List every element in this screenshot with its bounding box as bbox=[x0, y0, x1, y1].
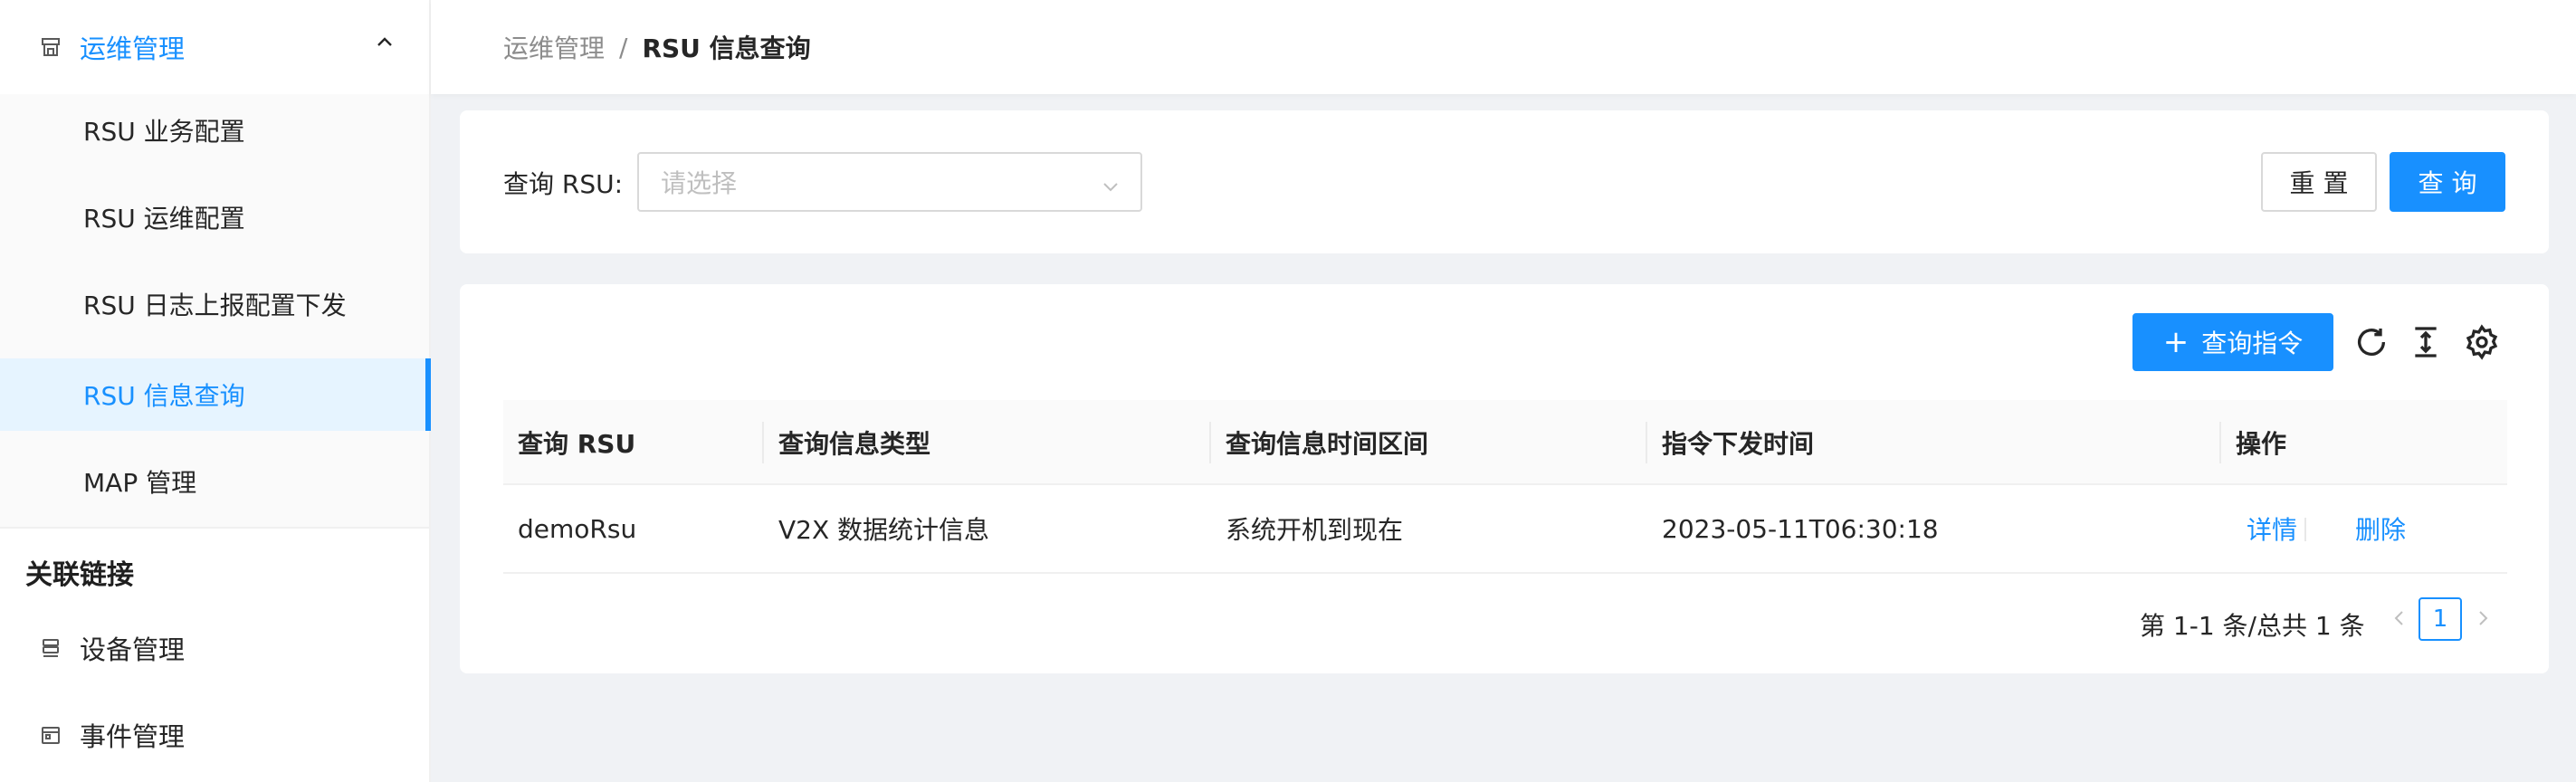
chevron-down-icon bbox=[1101, 174, 1121, 204]
submenu-label: RSU 业务配置 bbox=[83, 117, 245, 147]
menu-ops-management[interactable]: 运维管理 bbox=[0, 0, 429, 94]
setting-icon[interactable] bbox=[2464, 324, 2500, 360]
pagination-next-icon[interactable] bbox=[2473, 608, 2493, 632]
column-divider bbox=[1209, 422, 1211, 463]
label-colon: : bbox=[614, 169, 624, 199]
breadcrumb: 运维管理 / RSU 信息查询 bbox=[503, 29, 811, 65]
breadcrumb-current: RSU 信息查询 bbox=[642, 33, 811, 63]
sidebar-item-event-management[interactable]: 事件管理 bbox=[0, 691, 429, 778]
cell-issue-time: 2023-05-11T06:30:18 bbox=[1662, 513, 1939, 544]
page-header: 运维管理 / RSU 信息查询 bbox=[431, 0, 2576, 94]
submenu-rsu-info-query[interactable]: RSU 信息查询 bbox=[0, 358, 431, 431]
query-rsu-label: 查询 RSU: bbox=[503, 165, 623, 201]
column-divider bbox=[762, 422, 764, 463]
breadcrumb-separator: / bbox=[619, 32, 628, 62]
column-header-actions: 操作 bbox=[2236, 429, 2287, 459]
database-icon bbox=[40, 637, 62, 659]
sidebar-item-label: 事件管理 bbox=[80, 721, 186, 752]
column-divider bbox=[1646, 422, 1647, 463]
cell-rsu: demoRsu bbox=[518, 513, 637, 544]
rsu-select[interactable]: 请选择 bbox=[637, 152, 1142, 212]
reload-icon[interactable] bbox=[2353, 324, 2390, 360]
submenu-label: RSU 日志上报配置下发 bbox=[83, 291, 347, 320]
add-query-command-button[interactable]: + 查询指令 bbox=[2132, 313, 2333, 371]
table-row: demoRsu V2X 数据统计信息 系统开机到现在 2023-05-11T06… bbox=[503, 485, 2507, 574]
action-divider bbox=[2304, 518, 2306, 541]
breadcrumb-parent[interactable]: 运维管理 bbox=[503, 29, 605, 65]
plus-icon: + bbox=[2162, 324, 2190, 360]
shop-icon bbox=[40, 36, 62, 58]
submenu-label: RSU 信息查询 bbox=[83, 381, 245, 411]
column-header-info-type: 查询信息类型 bbox=[778, 429, 931, 459]
submenu-label: MAP 管理 bbox=[83, 468, 197, 498]
rsu-select-placeholder: 请选择 bbox=[661, 168, 738, 198]
reset-button[interactable]: 重 置 bbox=[2261, 152, 2377, 212]
column-height-icon[interactable] bbox=[2408, 324, 2444, 360]
query-button[interactable]: 查 询 bbox=[2390, 152, 2505, 212]
delete-link[interactable]: 删除 bbox=[2355, 485, 2406, 572]
submenu-map-management[interactable]: MAP 管理 bbox=[0, 445, 429, 518]
calendar-icon bbox=[40, 724, 62, 746]
pagination-total: 第 1-1 条/总共 1 条 bbox=[2140, 611, 2365, 641]
submenu-rsu-ops-config[interactable]: RSU 运维配置 bbox=[0, 181, 429, 253]
table-header: 查询 RSU 查询信息类型 查询信息时间区间 指令下发时间 操作 bbox=[503, 400, 2507, 485]
sidebar-item-label: 设备管理 bbox=[80, 634, 186, 665]
submenu-rsu-business-config[interactable]: RSU 业务配置 bbox=[0, 94, 429, 167]
column-divider bbox=[2219, 422, 2221, 463]
detail-link[interactable]: 详情 bbox=[2247, 485, 2297, 572]
sidebar: 运维管理 RSU 业务配置 RSU 运维配置 RSU 日志上报配置下发 RSU … bbox=[0, 0, 431, 782]
related-links-title: 关联链接 bbox=[25, 559, 134, 591]
sidebar-item-device-management[interactable]: 设备管理 bbox=[0, 605, 429, 691]
ops-submenu: RSU 业务配置 RSU 运维配置 RSU 日志上报配置下发 RSU 信息查询 … bbox=[0, 94, 431, 529]
cell-time-range: 系统开机到现在 bbox=[1226, 515, 1404, 545]
submenu-rsu-log-report-config[interactable]: RSU 日志上报配置下发 bbox=[0, 268, 429, 340]
column-header-rsu: 查询 RSU bbox=[518, 429, 636, 459]
column-header-issue-time: 指令下发时间 bbox=[1662, 429, 1815, 459]
search-form: 查询 RSU: 请选择 重 置 查 询 bbox=[460, 110, 2549, 253]
submenu-label: RSU 运维配置 bbox=[83, 204, 245, 234]
pagination-prev-icon[interactable] bbox=[2390, 608, 2409, 632]
pagination-page-1[interactable]: 1 bbox=[2419, 597, 2462, 641]
query-rsu-label-text: 查询 RSU bbox=[503, 169, 615, 199]
menu-ops-label: 运维管理 bbox=[80, 33, 186, 64]
cell-info-type: V2X 数据统计信息 bbox=[778, 515, 990, 545]
column-header-time-range: 查询信息时间区间 bbox=[1226, 429, 1429, 459]
add-query-command-label: 查询指令 bbox=[2201, 329, 2304, 358]
result-table-card: + 查询指令 查询 RSU 查询信息类型 查询信息时间区间 指令下发时间 操作 … bbox=[460, 284, 2549, 673]
chevron-up-icon bbox=[375, 33, 395, 56]
